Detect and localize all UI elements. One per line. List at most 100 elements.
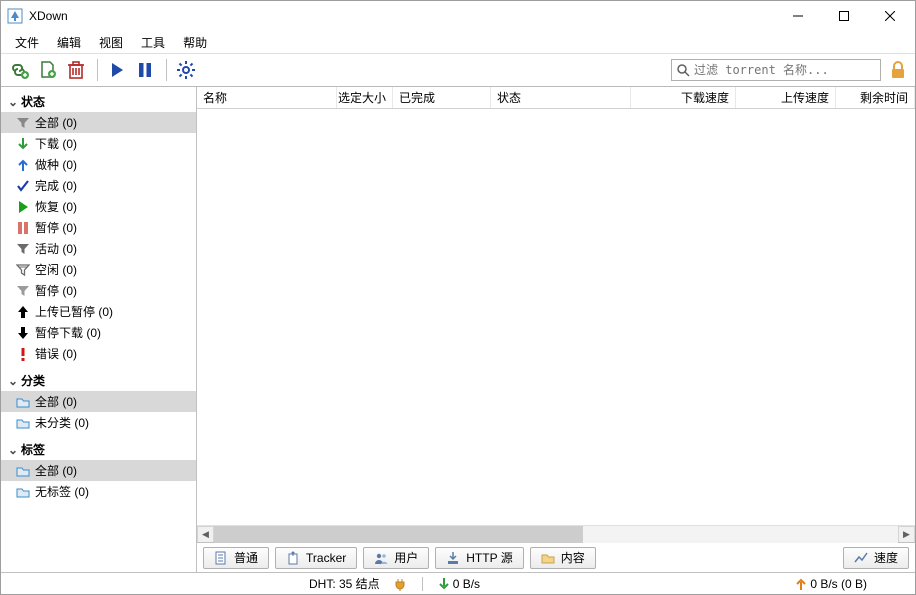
status-upload-speed[interactable]: 0 B/s (0 B): [796, 577, 867, 591]
arrow-down-bold-icon: [15, 325, 31, 341]
sidebar-item[interactable]: 做种 (0): [1, 154, 196, 175]
add-file-button[interactable]: [35, 57, 61, 83]
sidebar-header-label: 标签: [21, 441, 45, 458]
pause-button[interactable]: [132, 57, 158, 83]
sidebar-item[interactable]: 错误 (0): [1, 343, 196, 364]
sidebar-item-label: 下载 (0): [35, 135, 77, 152]
tab-label: 内容: [561, 549, 585, 566]
arrow-down-icon: [15, 136, 31, 152]
sidebar-item[interactable]: 无标签 (0): [1, 481, 196, 502]
statusbar: DHT: 35 结点 0 B/s 0 B/s (0 B): [1, 572, 915, 594]
sidebar-item[interactable]: 暂停 (0): [1, 217, 196, 238]
scroll-right-button[interactable]: ▶: [898, 526, 915, 543]
sidebar-item[interactable]: 上传已暂停 (0): [1, 301, 196, 322]
sidebar-item[interactable]: 空闲 (0): [1, 259, 196, 280]
sidebar-item[interactable]: 暂停下载 (0): [1, 322, 196, 343]
tab-http[interactable]: HTTP 源: [435, 547, 523, 569]
sidebar-item-label: 恢复 (0): [35, 198, 77, 215]
menubar: 文件 编辑 视图 工具 帮助: [1, 31, 915, 53]
sidebar-item[interactable]: 完成 (0): [1, 175, 196, 196]
add-link-button[interactable]: [7, 57, 33, 83]
sidebar-item[interactable]: 暂停 (0): [1, 280, 196, 301]
sidebar-item[interactable]: 下载 (0): [1, 133, 196, 154]
scroll-left-button[interactable]: ◀: [197, 526, 214, 543]
folder-icon: [15, 484, 31, 500]
tab-content[interactable]: 内容: [530, 547, 596, 569]
table-body: [197, 109, 915, 525]
sidebar-header-label: 分类: [21, 372, 45, 389]
window-title: XDown: [29, 9, 775, 23]
close-button[interactable]: [867, 1, 913, 31]
folder-icon: [541, 551, 555, 565]
sidebar-item[interactable]: 恢复 (0): [1, 196, 196, 217]
sidebar-item[interactable]: 全部 (0): [1, 391, 196, 412]
sidebar-item[interactable]: 全部 (0): [1, 112, 196, 133]
sidebar-item-label: 空闲 (0): [35, 261, 77, 278]
minimize-button[interactable]: [775, 1, 821, 31]
tab-general[interactable]: 普通: [203, 547, 269, 569]
sidebar-item-label: 全部 (0): [35, 114, 77, 131]
menu-tools[interactable]: 工具: [133, 32, 173, 53]
sidebar-section-tags[interactable]: ⌄ 标签: [1, 439, 196, 460]
folder-icon: [15, 394, 31, 410]
menu-edit[interactable]: 编辑: [49, 32, 89, 53]
column-selected-size[interactable]: 选定大小: [337, 87, 393, 108]
scroll-track[interactable]: [214, 526, 898, 543]
column-down-speed[interactable]: 下载速度: [631, 87, 736, 108]
tab-users[interactable]: 用户: [363, 547, 429, 569]
toolbar-separator: [97, 59, 98, 81]
search-input[interactable]: [694, 63, 876, 77]
status-up-text: 0 B/s (0 B): [810, 577, 867, 591]
status-down-text: 0 B/s: [453, 577, 480, 591]
maximize-button[interactable]: [821, 1, 867, 31]
arrow-up-bold-icon: [15, 304, 31, 320]
detail-tabs: 普通 Tracker 用户 HTTP 源 内容: [197, 542, 915, 572]
search-box[interactable]: [671, 59, 881, 81]
toolbar-separator: [166, 59, 167, 81]
sidebar-item-label: 活动 (0): [35, 240, 77, 257]
menu-file[interactable]: 文件: [7, 32, 47, 53]
status-download-speed[interactable]: 0 B/s: [439, 577, 480, 591]
horizontal-scrollbar[interactable]: ◀ ▶: [197, 525, 915, 542]
tab-speed[interactable]: 速度: [843, 547, 909, 569]
sidebar-item-label: 做种 (0): [35, 156, 77, 173]
tab-label: 普通: [234, 549, 258, 566]
check-icon: [15, 178, 31, 194]
filter-stripe-icon: [15, 262, 31, 278]
sidebar-section-category[interactable]: ⌄ 分类: [1, 370, 196, 391]
tab-label: HTTP 源: [466, 549, 512, 566]
menu-help[interactable]: 帮助: [175, 32, 215, 53]
sidebar-item[interactable]: 全部 (0): [1, 460, 196, 481]
exclaim-icon: [15, 346, 31, 362]
sidebar-item-label: 全部 (0): [35, 393, 77, 410]
resume-button[interactable]: [104, 57, 130, 83]
tracker-icon: [286, 551, 300, 565]
sidebar-item-label: 暂停 (0): [35, 219, 77, 236]
sidebar: ⌄ 状态 全部 (0) 下载 (0) 做种 (0) 完成 (0) 恢复 (0) 暂停 (0…: [1, 87, 197, 572]
chevron-down-icon: ⌄: [7, 374, 19, 388]
search-icon: [676, 63, 690, 77]
users-icon: [374, 551, 388, 565]
sidebar-header-label: 状态: [21, 93, 45, 110]
menu-view[interactable]: 视图: [91, 32, 131, 53]
settings-button[interactable]: [173, 57, 199, 83]
scroll-thumb[interactable]: [214, 526, 583, 543]
lock-icon[interactable]: [887, 59, 909, 81]
column-completed[interactable]: 已完成: [393, 87, 491, 108]
column-status[interactable]: 状态: [491, 87, 631, 108]
sidebar-item-label: 暂停下载 (0): [35, 324, 101, 341]
column-name[interactable]: 名称: [197, 87, 337, 108]
column-eta[interactable]: 剩余时间: [836, 87, 915, 108]
column-up-speed[interactable]: 上传速度: [736, 87, 836, 108]
sidebar-section-status[interactable]: ⌄ 状态: [1, 91, 196, 112]
pause-icon: [15, 220, 31, 236]
chevron-down-icon: ⌄: [7, 95, 19, 109]
tab-tracker[interactable]: Tracker: [275, 547, 357, 569]
delete-button[interactable]: [63, 57, 89, 83]
sidebar-item-label: 全部 (0): [35, 462, 77, 479]
sidebar-item[interactable]: 未分类 (0): [1, 412, 196, 433]
filter-icon: [15, 283, 31, 299]
status-dht[interactable]: DHT: 35 结点: [309, 575, 406, 592]
folder-icon: [15, 463, 31, 479]
sidebar-item[interactable]: 活动 (0): [1, 238, 196, 259]
